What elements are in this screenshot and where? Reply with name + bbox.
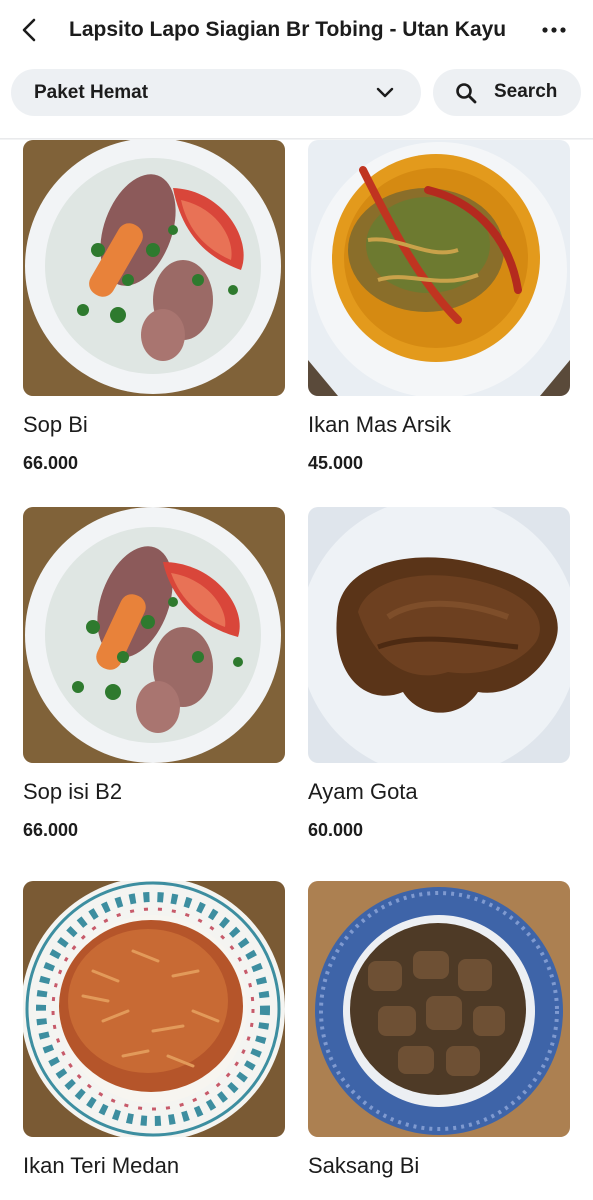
menu-item-price: 45.000 [308, 453, 364, 473]
category-dropdown[interactable]: Paket Hemat [11, 69, 421, 116]
menu-item-card[interactable]: Ikan Mas Arsik 45.000 [308, 140, 570, 473]
menu-item-card[interactable]: Ayam Gota 60.000 [308, 507, 570, 840]
search-button-label: Search [494, 81, 558, 102]
dish-photo [308, 140, 570, 396]
menu-item-name: Saksang Bi [308, 1153, 420, 1178]
chevron-down-icon [373, 81, 397, 105]
dish-photo [23, 140, 285, 396]
menu-item-card[interactable]: Saksang Bi [308, 881, 570, 1178]
menu-grid: Sop Bi 66.000 Ikan Mas Arsik 45.000 Sop … [0, 140, 593, 1200]
menu-item-name: Sop Bi [23, 412, 88, 437]
page-title: Lapsito Lapo Siagian Br Tobing - Utan Ka… [69, 18, 507, 41]
menu-item-name: Ayam Gota [308, 779, 418, 804]
menu-item-price: 66.000 [23, 820, 79, 840]
back-button[interactable] [14, 14, 46, 46]
more-options-button[interactable] [537, 14, 571, 46]
menu-item-name: Ikan Mas Arsik [308, 412, 452, 437]
dish-photo [23, 507, 285, 763]
filter-bar: Paket Hemat Search [0, 69, 593, 117]
menu-item-name: Sop isi B2 [23, 779, 123, 804]
dish-photo [308, 507, 570, 763]
app-header: Lapsito Lapo Siagian Br Tobing - Utan Ka… [0, 0, 593, 60]
menu-item-card[interactable]: Sop isi B2 66.000 [23, 507, 285, 840]
search-icon [453, 80, 479, 106]
menu-item-card[interactable]: Ikan Teri Medan [23, 881, 285, 1178]
menu-item-card[interactable]: Sop Bi 66.000 [23, 140, 285, 473]
menu-item-price: 60.000 [308, 820, 364, 840]
menu-item-price: 66.000 [23, 453, 79, 473]
category-dropdown-label: Paket Hemat [34, 81, 149, 103]
menu-item-name: Ikan Teri Medan [23, 1153, 180, 1178]
dish-photo [308, 881, 570, 1137]
search-button[interactable]: Search [433, 69, 581, 116]
dish-photo [23, 881, 285, 1137]
more-horizontal-icon [542, 27, 566, 33]
chevron-left-icon [22, 18, 36, 42]
